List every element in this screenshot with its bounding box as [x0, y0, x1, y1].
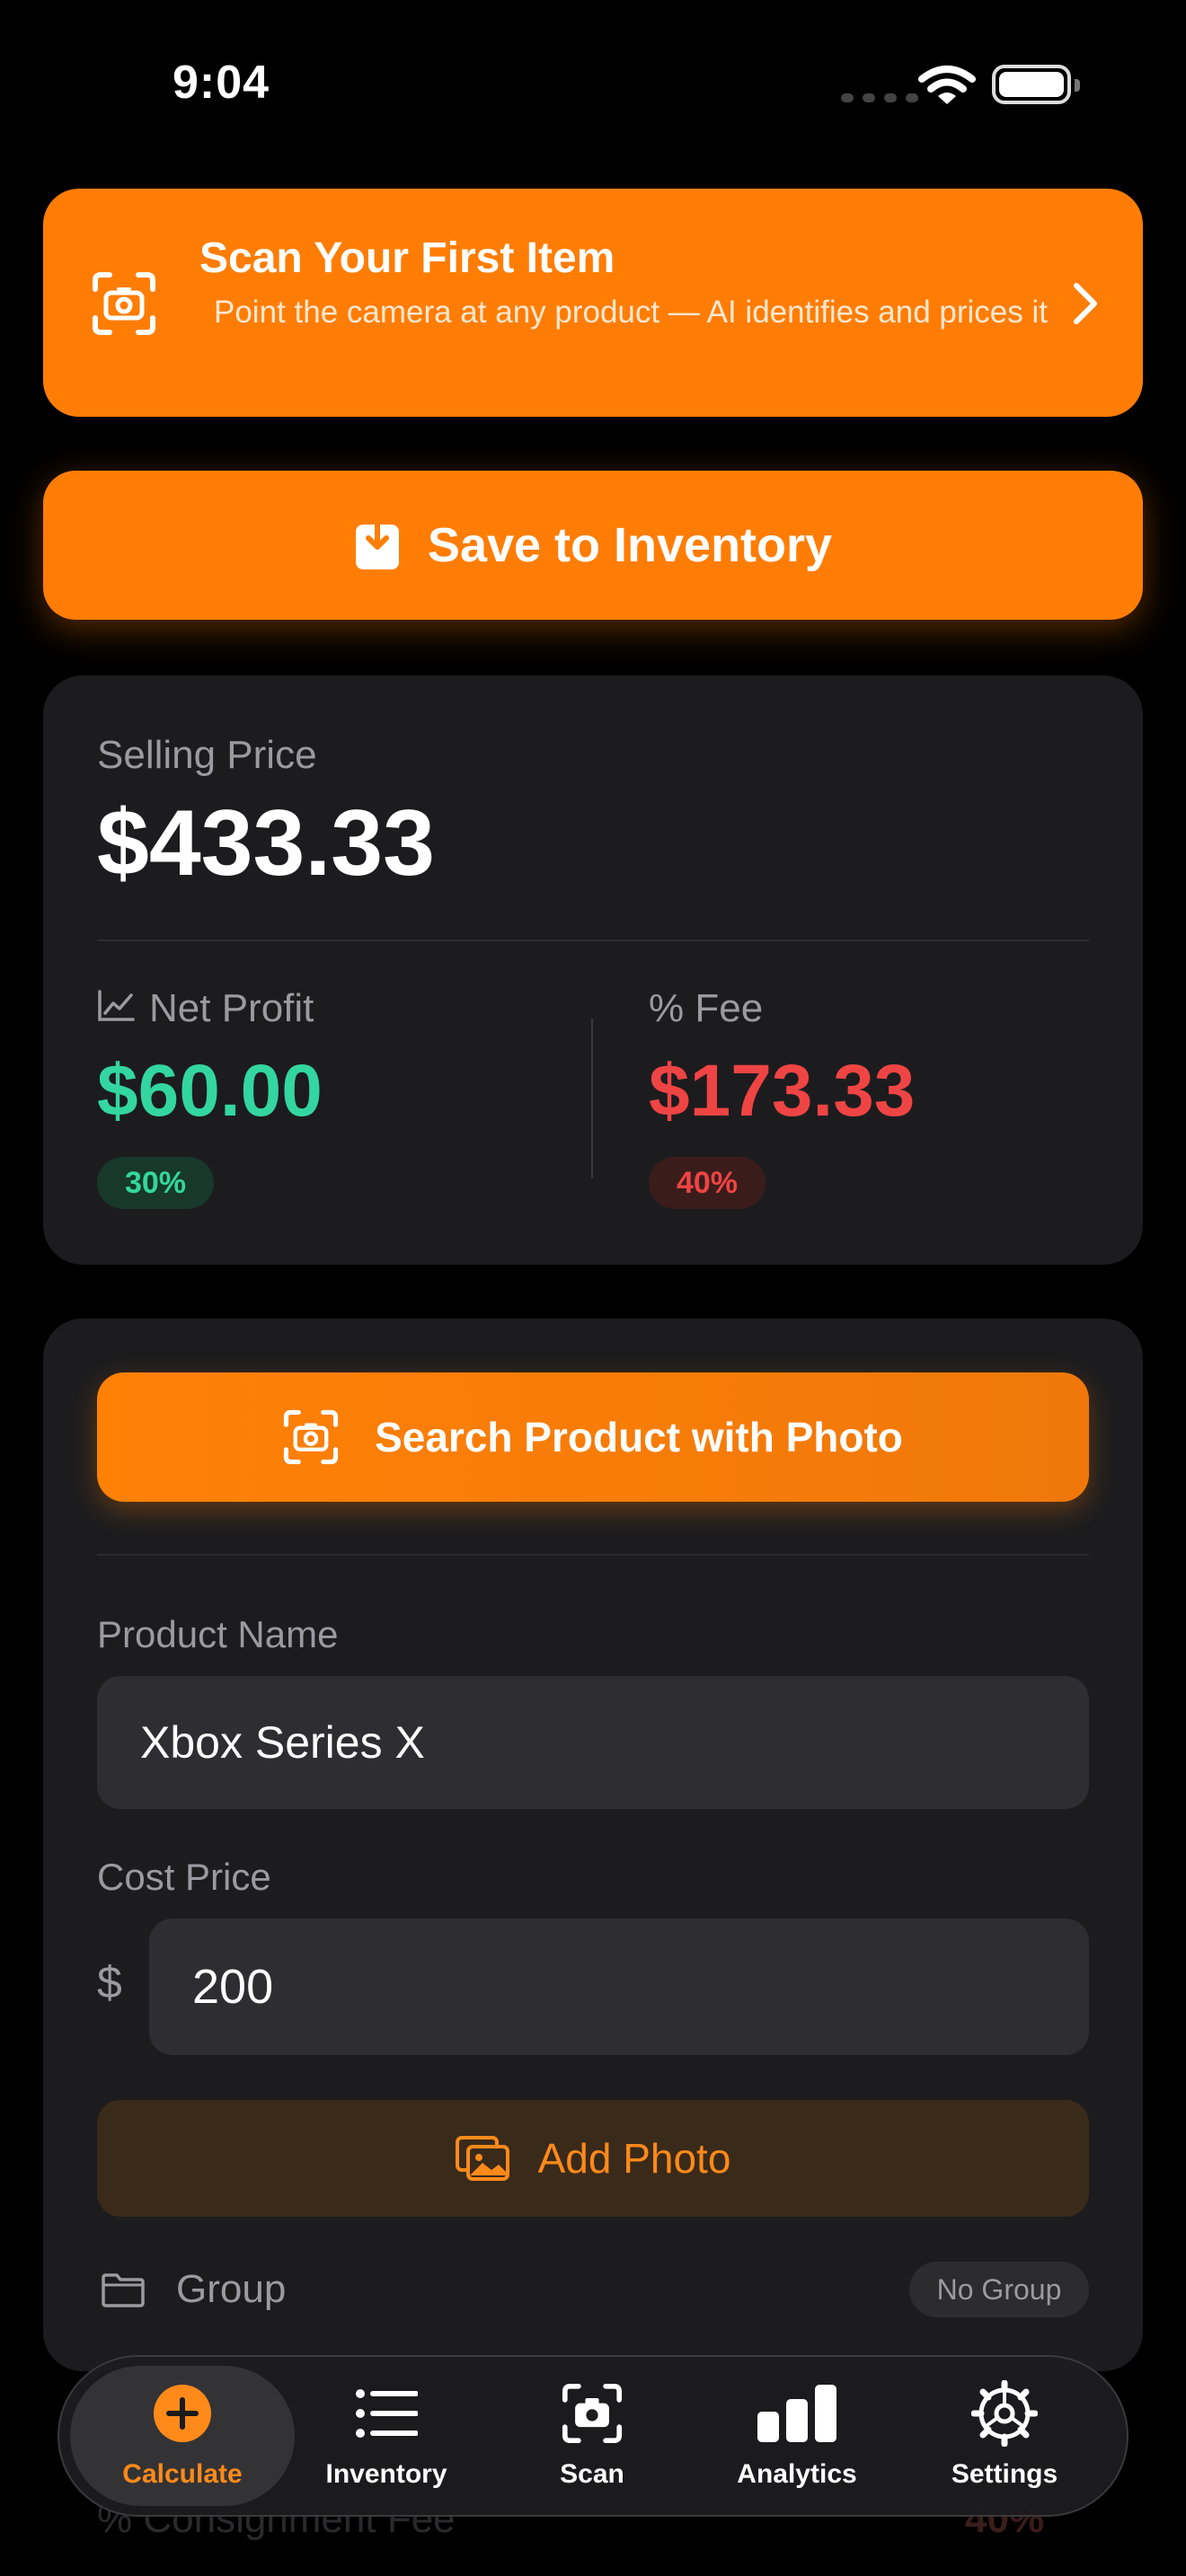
gear-icon — [971, 2380, 1038, 2447]
tab-label: Inventory — [325, 2459, 447, 2489]
tab-inventory[interactable]: Inventory — [288, 2380, 485, 2490]
divider — [97, 1554, 1089, 1556]
banner-title: Scan Your First Item — [199, 234, 615, 282]
tab-label: Scan — [560, 2459, 624, 2489]
wifi-icon — [918, 66, 976, 104]
save-button-label: Save to Inventory — [427, 518, 833, 572]
product-name-label: Product Name — [97, 1613, 339, 1655]
chevron-right-icon — [1074, 283, 1097, 324]
save-to-inventory-button[interactable]: Save to Inventory — [43, 471, 1143, 620]
net-profit-percent-badge: 30% — [97, 1157, 214, 1209]
banner-subtitle: Point the camera at any product — AI ide… — [214, 295, 1048, 330]
divider — [97, 940, 1089, 941]
cellular-signal-icon — [841, 93, 918, 102]
folder-icon — [102, 2273, 145, 2307]
plus-circle-icon — [154, 2385, 211, 2442]
tab-label: Analytics — [737, 2459, 857, 2489]
battery-icon — [992, 65, 1080, 104]
search-product-with-photo-button[interactable]: Search Product with Photo — [97, 1372, 1089, 1502]
search-photo-label: Search Product with Photo — [375, 1414, 903, 1460]
tab-analytics[interactable]: Analytics — [698, 2380, 896, 2490]
selling-price-label: Selling Price — [97, 733, 317, 777]
cost-price-input[interactable]: 200 — [149, 1919, 1089, 2055]
bar-chart-icon — [757, 2385, 836, 2442]
scan-camera-icon — [562, 2383, 623, 2444]
net-profit-label: Net Profit — [149, 986, 314, 1030]
tray-download-icon — [355, 519, 399, 569]
scan-first-item-banner[interactable]: Scan Your First Item Point the camera at… — [43, 189, 1143, 417]
tab-calculate[interactable]: Calculate — [84, 2380, 281, 2490]
vertical-divider — [591, 1019, 593, 1178]
net-profit-value: $60.00 — [97, 1050, 323, 1132]
list-icon — [356, 2389, 418, 2438]
photo-stack-icon — [455, 2136, 509, 2181]
tab-settings[interactable]: Settings — [906, 2380, 1103, 2490]
tab-label: Calculate — [122, 2459, 243, 2489]
add-photo-label: Add Photo — [537, 2135, 731, 2182]
cost-price-label: Cost Price — [97, 1856, 271, 1898]
tab-label: Settings — [951, 2459, 1058, 2489]
scan-camera-icon — [283, 1409, 339, 1465]
add-photo-button[interactable]: Add Photo — [97, 2100, 1089, 2217]
status-time: 9:04 — [173, 57, 270, 109]
fee-value: $173.33 — [649, 1050, 916, 1132]
group-selector[interactable]: No Group — [909, 2262, 1089, 2317]
fee-label: % Fee — [649, 986, 764, 1030]
group-label: Group — [176, 2267, 287, 2311]
currency-symbol: $ — [97, 1957, 122, 2007]
product-name-input[interactable]: Xbox Series X — [97, 1676, 1089, 1809]
tab-scan[interactable]: Scan — [493, 2380, 691, 2490]
fee-percent-badge: 40% — [649, 1157, 766, 1209]
selling-price-value: $433.33 — [97, 791, 435, 895]
trend-chart-icon — [98, 990, 135, 1021]
scan-camera-icon — [93, 272, 155, 335]
